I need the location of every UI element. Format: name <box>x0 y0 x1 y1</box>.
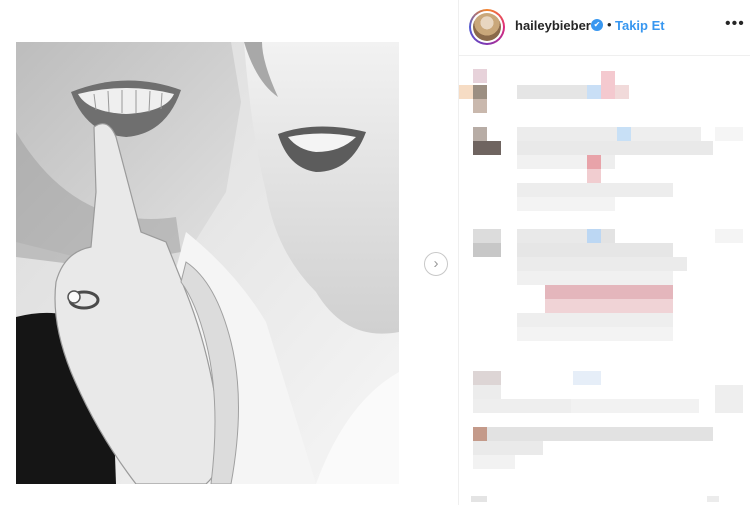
chevron-right-icon: › <box>433 255 439 272</box>
pixel-block <box>615 85 629 99</box>
pixel-block <box>715 127 743 141</box>
pixel-block <box>517 127 617 141</box>
pixel-block <box>587 155 601 169</box>
pixel-block <box>473 399 571 413</box>
pixel-block <box>517 313 673 327</box>
pixel-block <box>715 385 743 413</box>
photo-illustration <box>16 42 399 484</box>
pixel-block <box>517 155 587 169</box>
pixel-block <box>473 385 501 399</box>
pixel-block <box>601 71 615 99</box>
comment-item <box>459 127 750 217</box>
post-media-area: › <box>0 0 458 505</box>
pixel-block <box>517 141 713 155</box>
pixel-block <box>631 127 701 141</box>
comment-avatar <box>473 69 487 83</box>
pixel-block <box>459 85 473 99</box>
pixel-block <box>473 455 515 469</box>
more-options-icon[interactable]: ••• <box>725 15 745 33</box>
pixel-block <box>473 441 543 455</box>
pixel-block <box>587 229 601 243</box>
separator-dot: • <box>607 17 612 32</box>
avatar-ring <box>471 11 503 43</box>
verified-badge-icon: ✔ <box>591 19 603 31</box>
pixel-block <box>517 85 587 99</box>
pixel-block <box>517 257 687 271</box>
post-sidebar: haileybieber ✔ • Takip Et ••• <box>458 0 750 505</box>
pixel-block <box>517 229 587 243</box>
pixel-block <box>517 243 673 257</box>
pixel-block <box>517 197 615 211</box>
pixel-block <box>473 427 487 441</box>
pixel-block <box>601 229 615 243</box>
avatar-image <box>473 13 501 41</box>
follow-button[interactable]: Takip Et <box>615 18 665 33</box>
comment-item <box>459 371 750 481</box>
pixel-block <box>715 229 743 243</box>
username-link[interactable]: haileybieber <box>515 18 591 33</box>
comment-item <box>459 229 750 359</box>
avatar[interactable] <box>469 9 505 45</box>
pixel-block <box>571 399 699 413</box>
post-photo[interactable] <box>16 42 399 484</box>
pixel-block <box>473 85 487 99</box>
comments-list <box>459 57 750 497</box>
pixel-block <box>587 85 601 99</box>
comment-item <box>459 67 750 115</box>
pixel-block <box>473 243 501 257</box>
pixel-block <box>587 169 601 183</box>
pixel-block <box>473 141 501 155</box>
post-header: haileybieber ✔ • Takip Et ••• <box>459 0 750 56</box>
pixel-block <box>545 285 673 299</box>
pixel-block <box>601 155 615 169</box>
pixel-block <box>617 127 631 141</box>
action-bar-partial <box>459 494 750 505</box>
comment-avatar <box>473 127 487 141</box>
next-image-button[interactable]: › <box>424 252 448 276</box>
pixel-block <box>487 427 713 441</box>
comment-avatar <box>473 371 501 385</box>
pixel-block <box>573 371 601 385</box>
pixel-block <box>517 327 673 341</box>
pixel-block <box>707 496 719 502</box>
pixel-block <box>473 99 487 113</box>
pixel-block <box>471 496 487 502</box>
comment-avatar <box>473 229 501 243</box>
pixel-block <box>545 299 673 313</box>
pixel-block <box>517 271 673 285</box>
pixel-block <box>517 183 673 197</box>
